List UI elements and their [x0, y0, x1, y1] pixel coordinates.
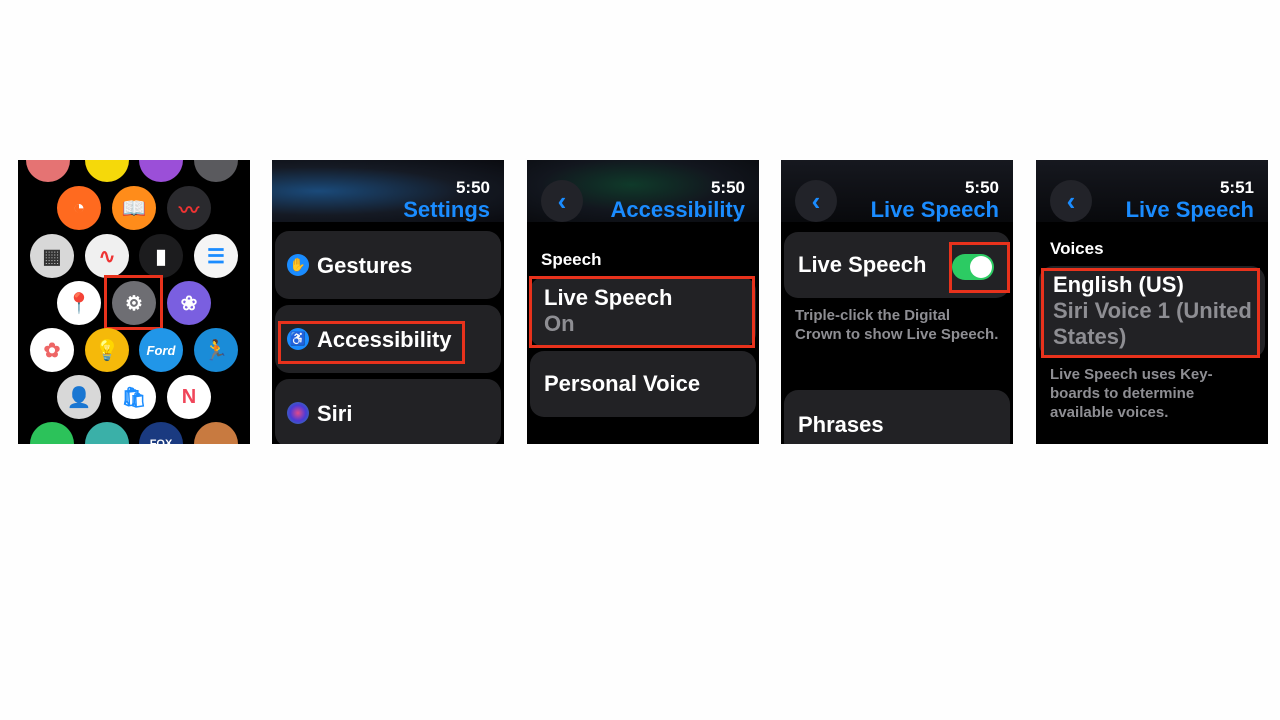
books-app-icon[interactable]: 📖: [112, 186, 156, 230]
contacts-app-icon[interactable]: 👤: [57, 375, 101, 419]
tips-app-icon[interactable]: 💡: [85, 328, 129, 372]
back-button[interactable]: ‹: [541, 180, 583, 222]
app-icon[interactable]: [30, 422, 74, 444]
back-button[interactable]: ‹: [795, 180, 837, 222]
back-button[interactable]: ‹: [1050, 180, 1092, 222]
fitness-app-icon[interactable]: 🏃: [194, 328, 238, 372]
chevron-left-icon: ‹: [811, 185, 821, 216]
section-header: Speech: [541, 250, 602, 269]
clock: 5:50: [964, 178, 999, 197]
page-title: Settings: [403, 197, 490, 222]
maps-app-icon[interactable]: 📍: [57, 281, 101, 325]
list-item-personal-voice[interactable]: Personal Voice: [530, 351, 756, 417]
app-icon[interactable]: [26, 160, 70, 182]
fox-app-icon[interactable]: FOX: [139, 422, 183, 444]
header: ‹ 5:51 Live Speech: [1036, 160, 1268, 222]
list-item-gestures[interactable]: ✋ Gestures: [275, 231, 501, 299]
highlight-box: [278, 321, 465, 364]
voice-memos-app-icon[interactable]: 〰: [167, 186, 211, 230]
list-item-siri[interactable]: Siri: [275, 379, 501, 444]
footnote: Triple-click the Digital Crown to show L…: [795, 307, 999, 343]
news-app-icon[interactable]: N: [167, 375, 211, 419]
calculator-app-icon[interactable]: ▦: [30, 234, 74, 278]
app-icon[interactable]: [85, 160, 129, 182]
camera-app-icon[interactable]: [194, 160, 238, 182]
mindfulness-app-icon[interactable]: ❀: [167, 281, 211, 325]
highlight-box: [1041, 268, 1260, 358]
live-speech-voices-screen: ‹ 5:51 Live Speech Voices English (US) S…: [1036, 160, 1268, 444]
page-title: Live Speech: [870, 197, 999, 222]
page-title: Live Speech: [1125, 197, 1254, 222]
remote-app-icon[interactable]: ▮: [139, 234, 183, 278]
chevron-left-icon: ‹: [1066, 185, 1076, 216]
ecg-app-icon[interactable]: ∿: [85, 234, 129, 278]
timer-app-icon[interactable]: ◔: [57, 186, 101, 230]
page-title: Accessibility: [610, 197, 745, 222]
header: 5:50 Settings: [272, 160, 504, 222]
footnote: Live Speech uses Key-boards to determine…: [1050, 366, 1213, 421]
highlight-box: [104, 275, 163, 330]
header: ‹ 5:50 Live Speech: [781, 160, 1013, 222]
clock: 5:51: [1219, 178, 1254, 197]
clock: 5:50: [710, 178, 745, 197]
siri-icon: [287, 402, 309, 424]
app-store-app-icon[interactable]: 🛍: [112, 375, 156, 419]
watch-app-grid: ◔ 📖 〰 ▦ ∿ ▮ ☰ 📍 ⚙ ❀ ✿ 💡 Ford 🏃 👤 🛍 N FOX: [18, 160, 250, 444]
settings-screen: 5:50 Settings ✋ Gestures ♿ Accessibility…: [272, 160, 504, 444]
live-speech-screen: ‹ 5:50 Live Speech Live Speech Triple-cl…: [781, 160, 1013, 444]
accessibility-screen: ‹ 5:50 Accessibility Speech Live Speech …: [527, 160, 759, 444]
header: ‹ 5:50 Accessibility: [527, 160, 759, 222]
photos-app-icon[interactable]: ✿: [30, 328, 74, 372]
reminders-app-icon[interactable]: ☰: [194, 234, 238, 278]
ford-app-icon[interactable]: Ford: [139, 328, 183, 372]
clock: 5:50: [455, 178, 490, 197]
highlight-box: [529, 276, 755, 348]
gestures-icon: ✋: [287, 254, 309, 276]
memoji-app-icon[interactable]: [194, 422, 238, 444]
list-item-phrases[interactable]: Phrases: [784, 390, 1010, 444]
section-header: Voices: [1050, 239, 1104, 258]
podcasts-app-icon[interactable]: [139, 160, 183, 182]
chevron-left-icon: ‹: [557, 185, 567, 216]
app-icon[interactable]: [85, 422, 129, 444]
highlight-box: [949, 242, 1010, 293]
